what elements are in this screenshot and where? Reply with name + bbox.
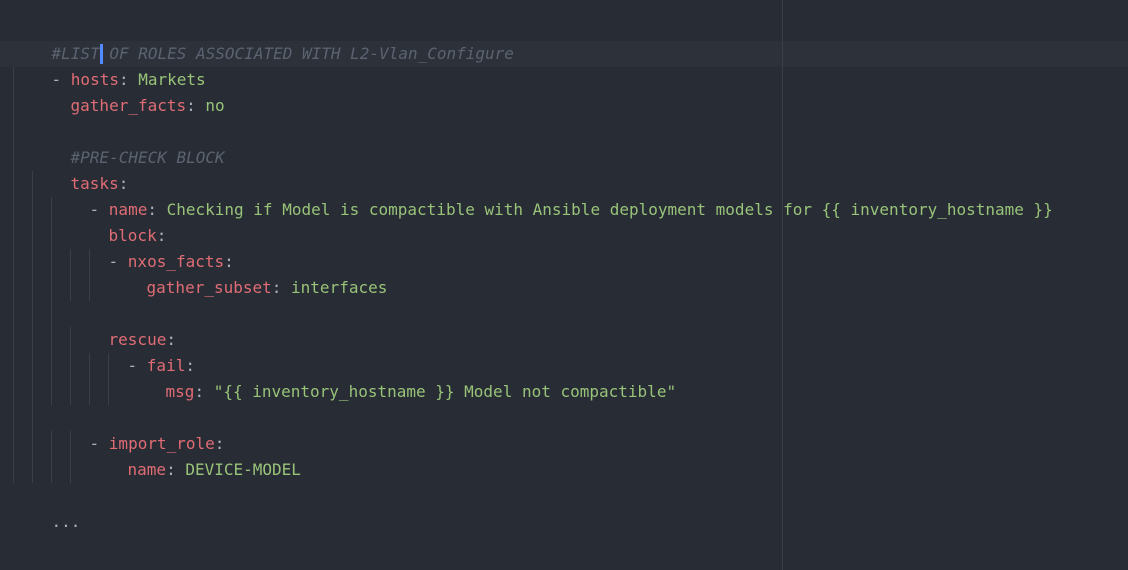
code-line[interactable]: gather_subset: interfaces xyxy=(108,249,388,297)
code-line[interactable]: #PRE-CHECK BLOCK xyxy=(32,119,225,167)
value-token: interfaces xyxy=(291,278,388,297)
code-line[interactable]: - nxos_facts: xyxy=(70,223,234,271)
value-token: no xyxy=(205,96,225,115)
code-line[interactable]: block: xyxy=(70,197,167,245)
code-line[interactable]: tasks: xyxy=(32,145,129,193)
code-line[interactable]: - fail: xyxy=(89,327,195,375)
code-line[interactable]: gather_facts: no xyxy=(32,67,225,115)
colon-token: : xyxy=(166,460,186,479)
text-cursor xyxy=(100,44,103,64)
key-token: name xyxy=(127,460,167,479)
value-token: "{{ inventory_hostname }} Model not comp… xyxy=(213,382,677,401)
code-line[interactable]: - hosts: Markets xyxy=(13,41,206,89)
colon-token: : xyxy=(194,382,214,401)
indent-guide xyxy=(13,67,14,483)
code-line[interactable]: ... xyxy=(13,483,81,531)
code-line[interactable]: - name: Checking if Model is compactible… xyxy=(51,171,1053,219)
code-line[interactable]: msg: "{{ inventory_hostname }} Model not… xyxy=(127,353,677,401)
colon-token: : xyxy=(186,96,206,115)
code-line[interactable]: - import_role: xyxy=(51,405,225,453)
column-ruler xyxy=(782,0,783,570)
code-line[interactable]: rescue: xyxy=(70,301,176,349)
code-line[interactable]: name: DEVICE-MODEL xyxy=(89,431,301,479)
value-token: DEVICE-MODEL xyxy=(185,460,301,479)
code-line[interactable]: #LIST OF ROLES ASSOCIATED WITH L2-Vlan_C… xyxy=(13,15,514,63)
document-end-token: ... xyxy=(51,512,81,531)
colon-token: : xyxy=(271,278,292,297)
key-token: msg xyxy=(165,382,195,401)
value-token: Checking if Model is compactible with An… xyxy=(166,200,1053,219)
code-editor[interactable]: #LIST OF ROLES ASSOCIATED WITH L2-Vlan_C… xyxy=(0,0,1128,570)
key-token: gather_subset xyxy=(146,278,272,297)
key-token: gather_facts xyxy=(70,96,187,115)
